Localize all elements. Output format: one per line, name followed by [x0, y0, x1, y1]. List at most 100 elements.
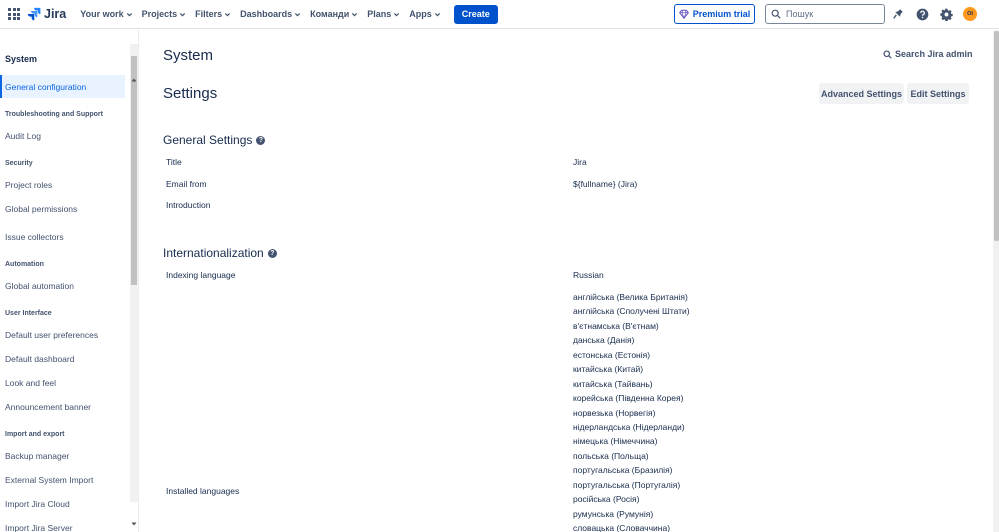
installed-language-item: данська (Данія) — [573, 335, 635, 346]
introduction-label: Introduction — [166, 200, 211, 210]
scroll-up-arrow-icon[interactable] — [131, 77, 137, 83]
user-avatar[interactable]: OI — [963, 7, 977, 21]
sidebar-item[interactable]: Global permissions — [5, 204, 77, 214]
installed-languages-list: англійська (Велика Британія) англійська (… — [573, 290, 690, 532]
installed-language-item: китайська (Тайвань) — [573, 378, 653, 389]
sidebar-section-heading: User Interface — [5, 310, 52, 317]
sidebar-item[interactable]: Import Jira Server — [5, 523, 73, 532]
sidebar-item-label: General configuration — [5, 82, 87, 92]
nav-menu-item[interactable]: Команди — [310, 9, 358, 19]
general-settings-heading: General Settings ? — [163, 133, 266, 147]
settings-title: Settings — [163, 85, 218, 102]
sidebar-item[interactable]: Project roles — [5, 180, 52, 190]
installed-language-item: російська (Росія) — [573, 494, 640, 505]
jira-logo-icon — [27, 7, 41, 21]
search-icon — [771, 9, 781, 19]
nav-menu-item[interactable]: Plans — [367, 9, 400, 19]
sidebar-section-heading: Automation — [5, 261, 44, 268]
internationalization-title: Internationalization — [163, 246, 264, 260]
nav-menu-label: Apps — [409, 9, 432, 19]
installed-language-item: португальська (Португалія) — [573, 479, 681, 490]
installed-languages-label: Installed languages — [166, 486, 240, 496]
scroll-down-arrow-icon[interactable] — [131, 521, 137, 527]
nav-menu-label: Projects — [141, 9, 178, 19]
help-icon[interactable] — [915, 7, 929, 21]
settings-gear-icon[interactable] — [939, 7, 953, 21]
indexing-language-label: Indexing language — [166, 270, 236, 280]
sidebar-item[interactable]: External System Import — [5, 475, 93, 485]
chevron-down-icon — [225, 12, 231, 17]
nav-menu-label: Plans — [367, 9, 392, 19]
nav-menu-item[interactable]: Filters — [195, 9, 231, 19]
title-label: Title — [166, 157, 182, 167]
nav-menu-label: Your work — [80, 9, 124, 19]
installed-language-item: німецька (Німеччина) — [573, 436, 658, 447]
sidebar-item[interactable]: Backup manager — [5, 451, 69, 461]
advanced-settings-button[interactable]: Advanced Settings — [819, 83, 904, 104]
create-button[interactable]: Create — [453, 4, 498, 24]
installed-language-item: польська (Польща) — [573, 450, 649, 461]
search-jira-admin-link[interactable]: Search Jira admin — [883, 49, 973, 59]
sidebar-item[interactable]: Import Jira Cloud — [5, 499, 70, 509]
sidebar-item[interactable]: Issue collectors — [5, 232, 64, 242]
help-icon[interactable]: ? — [267, 248, 277, 258]
jira-logo[interactable]: Jira — [27, 7, 66, 21]
notifications-icon[interactable] — [891, 7, 905, 21]
chevron-down-icon — [295, 12, 301, 17]
admin-sidebar: System General configuration Troubleshoo… — [0, 30, 139, 532]
sidebar-item[interactable]: Announcement banner — [5, 402, 91, 412]
search-input[interactable] — [786, 9, 876, 19]
installed-language-item: в'єтнамська (В'єтнам) — [573, 320, 659, 331]
search-jira-admin-label: Search Jira admin — [895, 49, 973, 59]
app-switcher-icon[interactable] — [8, 8, 20, 20]
installed-language-item: англійська (Сполучені Штати) — [573, 306, 690, 317]
search-box[interactable] — [765, 4, 885, 24]
sidebar-section-heading: Troubleshooting and Support — [5, 111, 103, 118]
chevron-down-icon — [126, 12, 132, 17]
chevron-down-icon — [434, 12, 440, 17]
edit-settings-button[interactable]: Edit Settings — [907, 83, 969, 104]
sidebar-section-heading: Import and export — [5, 431, 65, 438]
title-value: Jira — [573, 157, 587, 167]
sidebar-section-heading: Security — [5, 160, 33, 167]
page-scrollbar-thumb[interactable] — [994, 31, 999, 241]
page-title: System — [163, 47, 214, 64]
email-from-label: Email from — [166, 179, 207, 189]
nav-menu-item[interactable]: Dashboards — [240, 9, 301, 19]
sidebar-item[interactable]: Look and feel — [5, 378, 56, 388]
sidebar-item[interactable]: Audit Log — [5, 131, 41, 141]
nav-menu-item[interactable]: Apps — [409, 9, 441, 19]
internationalization-heading: Internationalization ? — [163, 246, 277, 260]
installed-language-item: румунська (Румунія) — [573, 508, 654, 519]
installed-language-item: естонська (Естонія) — [573, 349, 651, 360]
indexing-language-value: Russian — [573, 270, 604, 280]
sidebar-item[interactable]: Default user preferences — [5, 330, 98, 340]
premium-trial-label: Premium trial — [692, 9, 751, 19]
help-icon[interactable]: ? — [256, 135, 266, 145]
installed-language-item: норвезька (Норвегія) — [573, 407, 656, 418]
diamond-icon — [678, 9, 689, 19]
installed-language-item: нідерландська (Нідерланди) — [573, 421, 685, 432]
sidebar-title: System — [5, 54, 38, 64]
installed-language-item: китайська (Китай) — [573, 364, 644, 375]
sidebar-item[interactable]: Default dashboard — [5, 354, 74, 364]
nav-menu-label: Команди — [310, 9, 350, 19]
chevron-down-icon — [352, 12, 358, 17]
installed-language-item: корейська (Південна Корея) — [573, 393, 684, 404]
installed-language-item: англійська (Велика Британія) — [573, 292, 688, 302]
nav-menu-item[interactable]: Your work — [80, 9, 132, 19]
general-settings-title: General Settings — [163, 133, 253, 147]
installed-language-item: словацька (Словаччина) — [573, 523, 671, 532]
email-from-value: ${fullname} (Jira) — [573, 179, 638, 189]
sidebar-item[interactable]: Global automation — [5, 281, 74, 291]
search-icon — [883, 49, 892, 59]
chevron-down-icon — [180, 12, 186, 17]
logo-text: Jira — [44, 7, 67, 21]
premium-trial-button[interactable]: Premium trial — [674, 4, 755, 24]
chevron-down-icon — [394, 12, 400, 17]
nav-menu-item[interactable]: Projects — [142, 9, 187, 19]
nav-menu-label: Dashboards — [240, 9, 293, 19]
sidebar-scrollbar-thumb[interactable] — [131, 56, 137, 285]
installed-language-item: португальська (Бразилія) — [573, 465, 673, 476]
nav-menu-label: Filters — [195, 9, 223, 19]
